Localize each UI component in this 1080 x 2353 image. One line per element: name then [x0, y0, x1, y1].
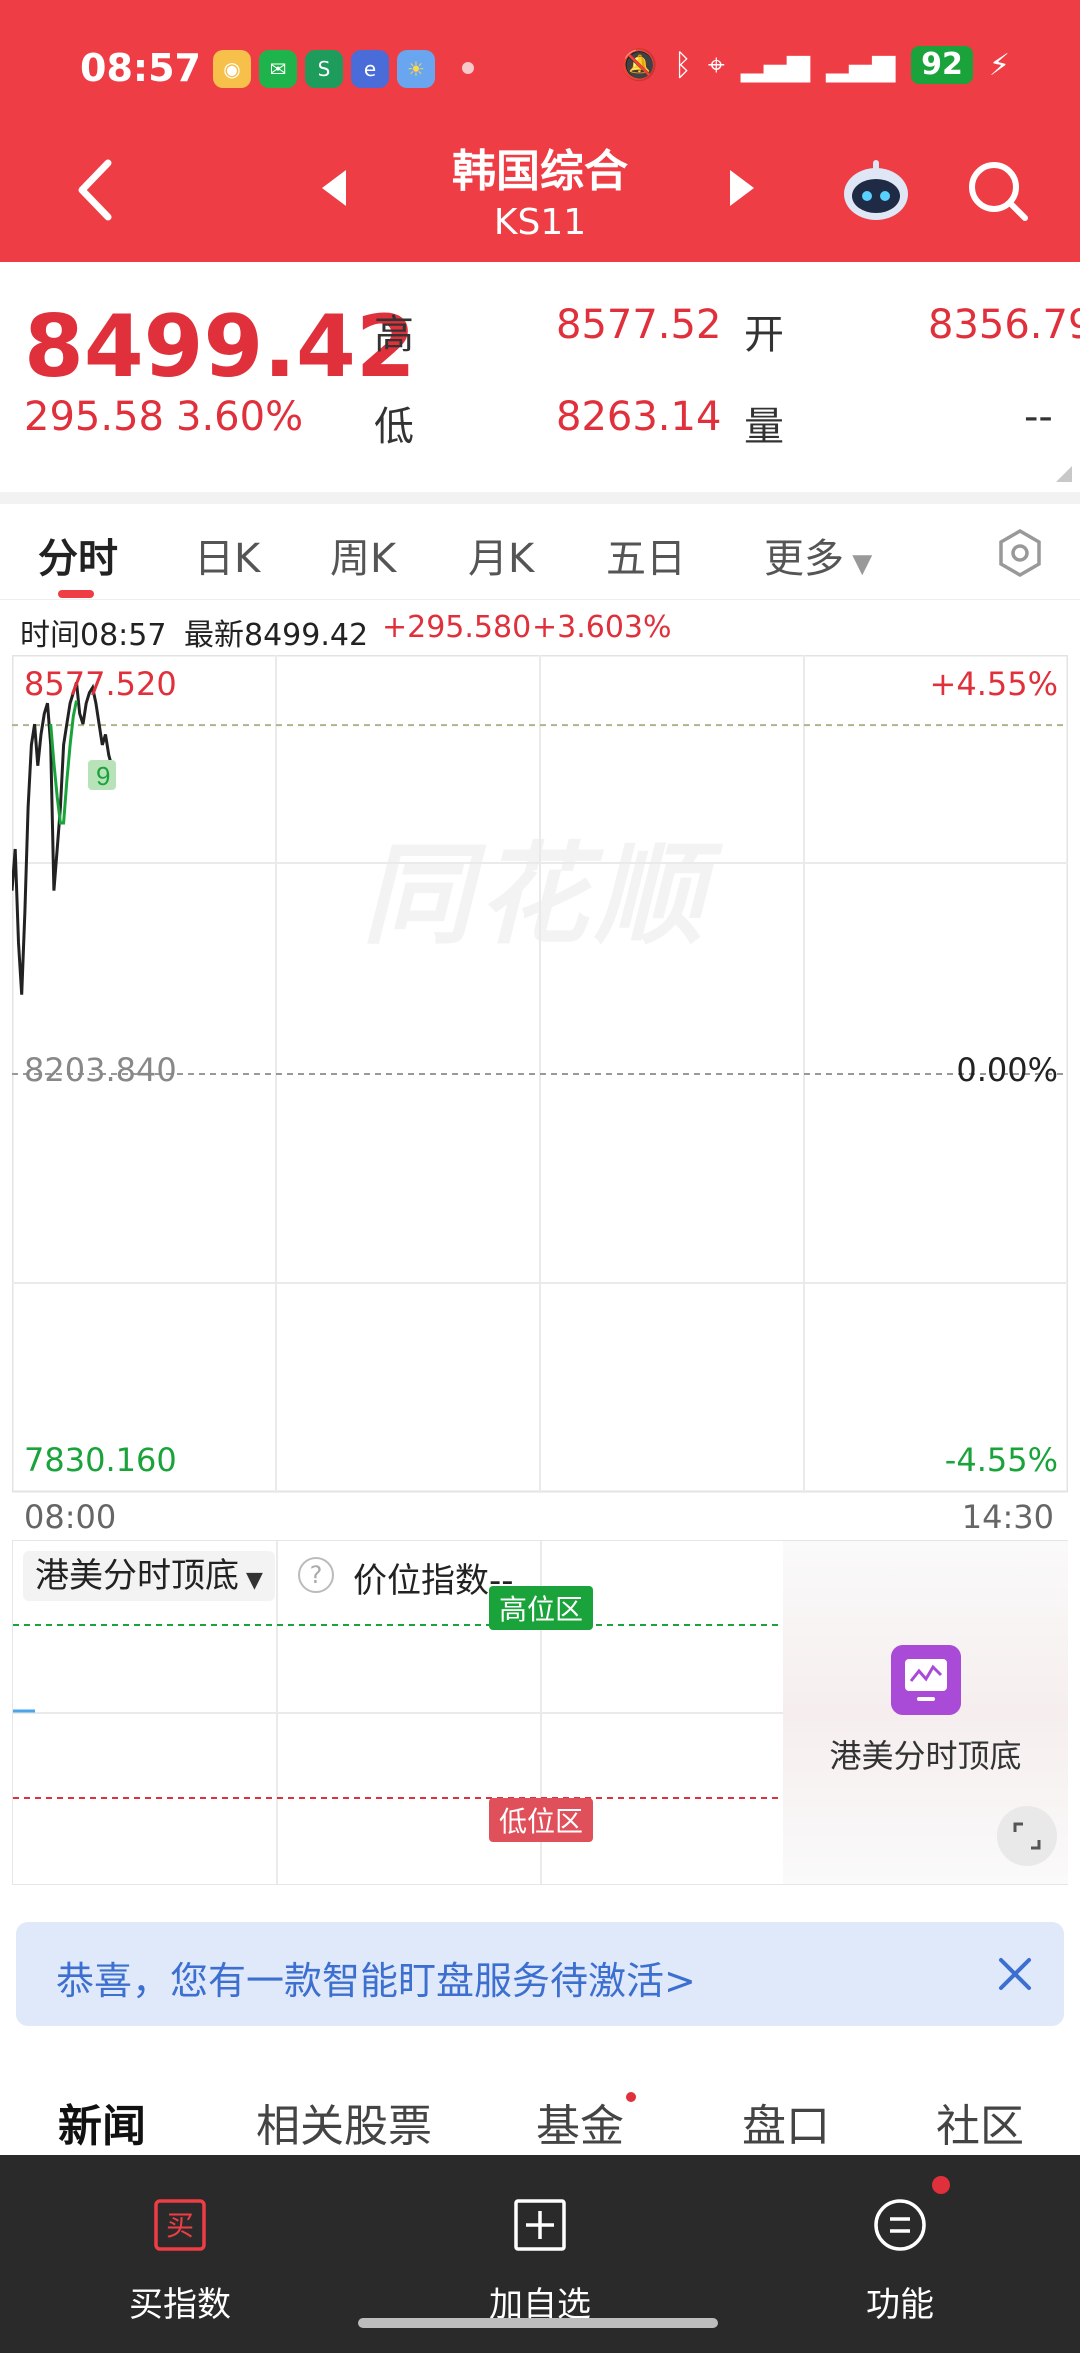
chart-mid-price: 8203.840	[24, 1051, 177, 1089]
signal-5g-icon: ▂▄▆	[740, 47, 810, 83]
functions-badge-dot	[932, 2176, 950, 2194]
expand-quote-icon[interactable]	[1056, 466, 1072, 482]
tab-related-stocks[interactable]: 相关股票	[256, 2090, 432, 2154]
banner-text[interactable]: 恭喜，您有一款智能盯盘服务待激活>	[56, 1950, 696, 2005]
tab-monthly-k[interactable]: 月K	[468, 526, 534, 584]
tab-community[interactable]: 社区	[936, 2090, 1024, 2154]
price-line	[12, 681, 114, 995]
promo-text: 港美分时顶底	[829, 1737, 1022, 1775]
chart-top-pct: +4.55%	[929, 665, 1058, 703]
chart-tabs: 分时 日K 周K 月K 五日 更多 ▼	[0, 504, 1080, 600]
indicator-selector[interactable]: 港美分时顶底 ▼	[23, 1551, 275, 1601]
chart-bottom-pct: -4.55%	[944, 1441, 1058, 1479]
marker-text: 9	[96, 761, 110, 791]
chart-info-bar: 时间08:57 最新8499.42 +295.580 +3.603%	[20, 610, 1060, 653]
info-latest: 最新8499.42	[184, 618, 369, 653]
tab-intraday[interactable]: 分时	[38, 526, 118, 584]
section-divider	[0, 492, 1080, 504]
wechat-app-icon: ✉	[259, 50, 297, 88]
browser-app-icon: e	[351, 50, 389, 88]
settings-hexagon-icon[interactable]	[995, 528, 1045, 578]
high-value: 8577.52	[556, 302, 722, 348]
tab-order-book[interactable]: 盘口	[742, 2090, 830, 2154]
intraday-chart[interactable]: 同花顺 9 8577.520 +4.55% 8203.840 0.00% 783…	[12, 655, 1068, 1493]
buy-index-label: 买指数	[129, 2285, 231, 2325]
active-tab-indicator	[58, 590, 94, 598]
home-indicator[interactable]	[358, 2318, 718, 2328]
menu-circle-icon	[874, 2199, 926, 2251]
low-zone-label: 低位区	[489, 1798, 594, 1842]
plus-square-icon	[514, 2199, 566, 2251]
svg-text:买: 买	[166, 2209, 194, 2242]
low-value: 8263.14	[556, 394, 722, 440]
info-change-pct: +3.603%	[532, 610, 672, 645]
indicator-selector-label: 港美分时顶底	[35, 1556, 239, 1596]
funds-badge-dot	[626, 2092, 636, 2102]
current-price: 8499.42	[24, 297, 416, 397]
location-icon: ⌖	[707, 47, 725, 83]
promo-banner[interactable]: 恭喜，您有一款智能盯盘服务待激活>	[16, 1922, 1064, 2026]
high-label: 高	[374, 312, 414, 358]
chevron-down-icon: ▼	[844, 549, 873, 579]
nav-bar: 韩国综合 KS11	[0, 120, 1080, 260]
info-time: 时间08:57	[20, 618, 167, 653]
low-label: 低	[374, 404, 414, 450]
stock-app-icon: S	[305, 50, 343, 88]
chart-top-price: 8577.520	[24, 665, 177, 703]
charging-icon: ⚡	[988, 47, 1010, 83]
prev-index-icon[interactable]	[322, 170, 346, 206]
volume-value: --	[1024, 394, 1053, 440]
help-icon[interactable]: ?	[298, 1557, 334, 1593]
monitor-chart-icon	[891, 1645, 961, 1715]
notification-icons: ◉ ✉ S e ☀	[213, 50, 435, 88]
mute-icon: 🔕	[620, 47, 658, 83]
time-axis-start: 08:00	[24, 1498, 117, 1536]
fullscreen-icon[interactable]	[997, 1806, 1057, 1866]
robot-assistant-icon[interactable]	[840, 158, 912, 224]
tab-weekly-k[interactable]: 周K	[330, 526, 396, 584]
more-notifications-dot	[462, 62, 474, 74]
indicator-panel: 港美分时顶底 ▼ ? 价位指数-- 高位区 低位区 港美分时顶底	[12, 1540, 1068, 1885]
system-icons: 🔕 ᛒ ⌖ ▂▄▆ ▂▄▆ 92 ⚡	[620, 46, 1010, 84]
time-axis-end: 14:30	[961, 1498, 1054, 1536]
indicator-promo[interactable]: 港美分时顶底	[783, 1541, 1068, 1884]
tab-five-day[interactable]: 五日	[606, 526, 686, 584]
signal-5g-icon-2: ▂▄▆	[825, 47, 896, 83]
page-subtitle: KS11	[493, 202, 587, 243]
volume-label: 量	[744, 404, 784, 450]
price-change: 295.58	[24, 394, 164, 440]
open-label: 开	[744, 312, 784, 358]
battery-icon: 92	[911, 46, 973, 84]
weather-app-icon: ☀	[397, 50, 435, 88]
bluetooth-icon: ᛒ	[673, 47, 692, 83]
content-tabs: 新闻 相关股票 基金 盘口 社区	[0, 2060, 1080, 2156]
tab-more[interactable]: 更多 ▼	[764, 526, 872, 584]
info-change: +295.580	[382, 610, 532, 645]
back-icon[interactable]	[70, 155, 120, 225]
open-value: 8356.79	[928, 302, 1080, 348]
close-icon[interactable]	[993, 1952, 1037, 1996]
search-icon[interactable]	[965, 158, 1031, 224]
functions-label: 功能	[866, 2285, 934, 2325]
chart-mid-pct: 0.00%	[956, 1051, 1058, 1089]
chart-bottom-price: 7830.160	[24, 1441, 177, 1479]
tab-funds[interactable]: 基金	[536, 2090, 624, 2154]
tab-more-label: 更多	[764, 536, 844, 582]
quote-panel: 8499.42 295.58 3.60% 高 8577.52 开 8356.79…	[0, 262, 1080, 492]
weibo-app-icon: ◉	[213, 50, 251, 88]
tab-news[interactable]: 新闻	[58, 2090, 146, 2154]
dropdown-caret-icon: ▼	[239, 1568, 263, 1593]
high-zone-label: 高位区	[489, 1586, 594, 1630]
price-change-pct: 3.60%	[176, 394, 304, 440]
tab-daily-k[interactable]: 日K	[194, 526, 260, 584]
status-time: 08:57	[80, 46, 201, 90]
app-header: 08:57 ◉ ✉ S e ☀ 🔕 ᛒ ⌖ ▂▄▆ ▂▄▆ 92 ⚡ 韩国综合 …	[0, 0, 1080, 262]
page-title: 韩国综合	[452, 146, 628, 197]
buy-icon: 买	[154, 2199, 206, 2251]
next-index-icon[interactable]	[730, 170, 754, 206]
status-bar: 08:57 ◉ ✉ S e ☀ 🔕 ᛒ ⌖ ▂▄▆ ▂▄▆ 92 ⚡	[0, 40, 1080, 100]
